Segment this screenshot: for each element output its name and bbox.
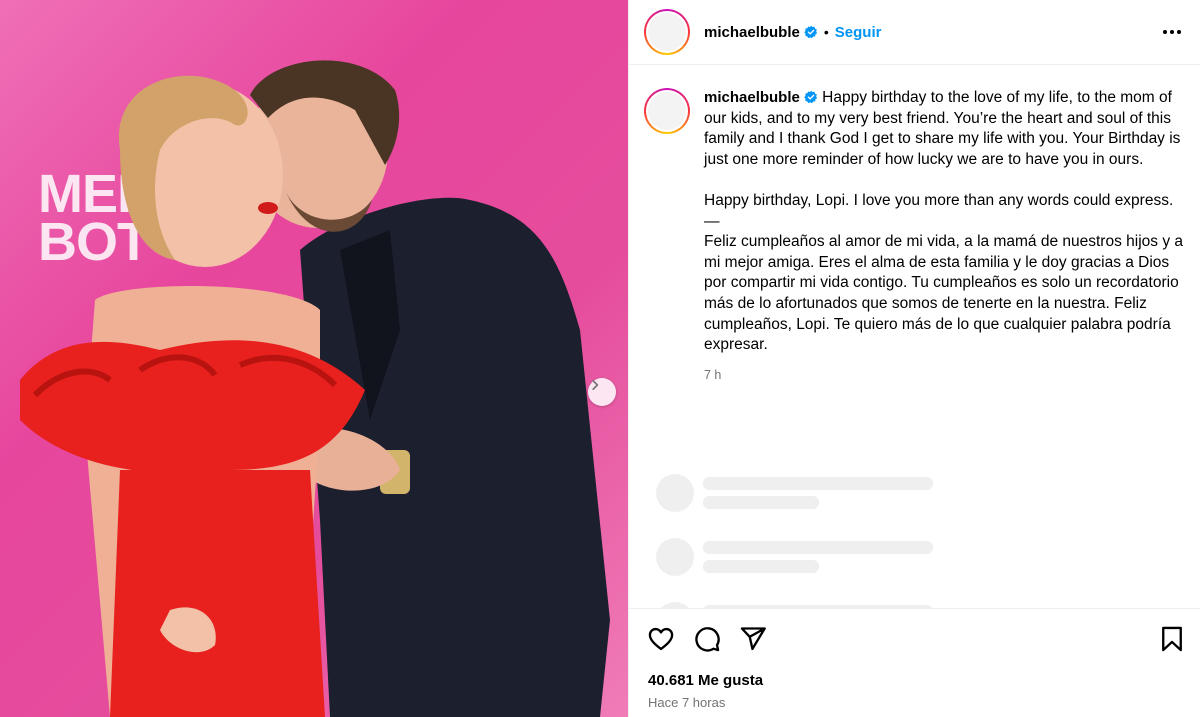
send-icon[interactable] (739, 625, 767, 653)
more-options-button[interactable] (1160, 20, 1184, 44)
post-photo[interactable]: MEI BOT (0, 0, 628, 717)
more-horizontal-icon (1163, 30, 1181, 34)
skeleton-line (703, 496, 819, 509)
skeleton-line (703, 541, 933, 554)
header-username[interactable]: michaelbuble (704, 24, 800, 41)
post-side-panel: michaelbuble • Seguir michaelbuble Happy… (628, 0, 1200, 717)
chevron-right-icon (592, 380, 599, 390)
verified-badge-icon (804, 25, 817, 39)
caption-row: michaelbuble Happy birthday to the love … (629, 66, 1200, 385)
skeleton-line (703, 477, 933, 490)
verified-badge-icon (804, 90, 817, 104)
skeleton-avatar (656, 474, 694, 512)
post-header: michaelbuble • Seguir (629, 0, 1200, 65)
comment-skeleton (656, 474, 933, 512)
caption-avatar[interactable] (644, 88, 690, 134)
like-count[interactable]: 40.681 Me gusta (629, 653, 1200, 689)
avatar[interactable] (644, 9, 690, 55)
comments-area: michaelbuble Happy birthday to the love … (629, 66, 1200, 608)
post-timestamp[interactable]: Hace 7 horas (629, 689, 1200, 710)
separator-dot: • (823, 24, 829, 40)
caption-timestamp[interactable]: 7 h (704, 365, 1184, 386)
skeleton-line (703, 560, 819, 573)
follow-button[interactable]: Seguir (835, 24, 882, 41)
bookmark-icon[interactable] (1158, 625, 1186, 653)
comment-icon[interactable] (693, 625, 721, 653)
post-actions: 40.681 Me gusta Hace 7 horas (629, 608, 1200, 717)
caption: michaelbuble Happy birthday to the love … (704, 88, 1184, 385)
caption-username[interactable]: michaelbuble (704, 89, 800, 106)
skeleton-avatar (656, 538, 694, 576)
photo-illustration (20, 60, 610, 717)
caption-text: Happy birthday to the love of my life, t… (704, 89, 1183, 354)
next-photo-button[interactable] (588, 378, 616, 406)
comment-skeleton (656, 538, 933, 576)
heart-icon[interactable] (647, 625, 675, 653)
